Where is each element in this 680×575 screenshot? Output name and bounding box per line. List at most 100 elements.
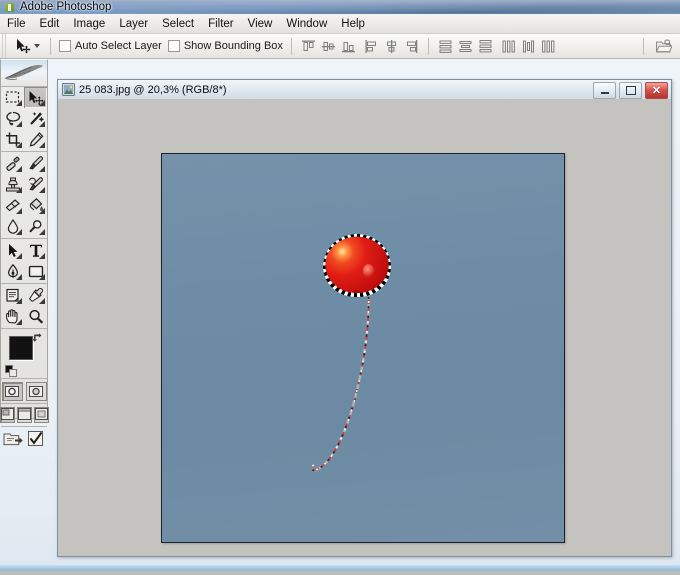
marching-ants-selection xyxy=(323,234,391,297)
healing-brush-icon xyxy=(5,156,20,171)
slice-icon xyxy=(29,132,43,147)
rectangular-marquee-icon xyxy=(5,91,19,103)
maximize-icon xyxy=(625,86,636,95)
chevron-down-icon xyxy=(34,44,40,48)
menu-item-file[interactable]: File xyxy=(0,16,33,32)
jump-to-imageready-button[interactable] xyxy=(3,430,23,450)
full-screen-mode-button[interactable] xyxy=(33,407,49,423)
tools-grid xyxy=(1,87,47,327)
distribute-horizontal-centers-icon[interactable] xyxy=(520,38,537,55)
options-bar-grip[interactable] xyxy=(0,34,9,58)
distribute-bottom-edges-icon[interactable] xyxy=(477,38,494,55)
document-title-bar[interactable]: 25 083.jpg @ 20,3% (RGB/8*) ✕ xyxy=(58,80,671,100)
default-colors-icon[interactable] xyxy=(5,365,17,377)
palette-well-icon[interactable] xyxy=(655,38,672,55)
photoshop-application: Adobe Photoshop File Edit Image Layer Se… xyxy=(0,0,680,575)
tool-eyedropper[interactable] xyxy=(24,285,47,306)
clone-stamp-icon xyxy=(5,177,20,192)
menu-item-layer[interactable]: Layer xyxy=(112,16,155,32)
auto-select-layer-checkbox[interactable]: Auto Select Layer xyxy=(56,40,165,52)
red-balloon xyxy=(323,234,391,300)
full-screen-with-menubar-button[interactable] xyxy=(16,407,32,423)
image-canvas[interactable] xyxy=(161,153,565,543)
path-arrow-icon xyxy=(8,244,17,257)
distribute-left-edges-icon[interactable] xyxy=(500,38,517,55)
tool-eraser[interactable] xyxy=(1,195,24,216)
options-separator-2 xyxy=(290,37,292,55)
menu-item-edit[interactable]: Edit xyxy=(33,16,67,32)
standard-screen-mode-button[interactable] xyxy=(0,407,15,423)
quick-mask-modes xyxy=(1,378,47,403)
menu-item-filter[interactable]: Filter xyxy=(201,16,241,32)
tools-separator-3 xyxy=(1,283,47,284)
tool-paint-bucket[interactable] xyxy=(24,195,47,216)
show-bounding-box-checkbox[interactable]: Show Bounding Box xyxy=(165,40,286,52)
document-canvas-area[interactable] xyxy=(58,99,671,556)
menu-item-select[interactable]: Select xyxy=(155,16,201,32)
distribute-horizontal-group xyxy=(497,38,560,55)
tool-zoom[interactable] xyxy=(24,306,47,327)
screen-modes xyxy=(0,403,49,426)
palette-well[interactable] xyxy=(638,37,680,55)
rectangle-shape-icon xyxy=(28,265,43,278)
tool-shape[interactable] xyxy=(24,261,47,282)
photoshop-feather-icon xyxy=(4,2,16,13)
balloon-string xyxy=(312,282,370,472)
tool-preset-picker[interactable] xyxy=(9,38,45,55)
application-title: Adobe Photoshop xyxy=(20,1,112,13)
tool-hand[interactable] xyxy=(1,306,24,327)
distribute-vertical-group xyxy=(434,38,497,55)
distribute-vertical-centers-icon[interactable] xyxy=(457,38,474,55)
tool-crop[interactable] xyxy=(1,129,24,150)
tool-path-selection[interactable] xyxy=(1,240,24,261)
document-thumbnail-icon xyxy=(62,83,75,96)
menu-item-view[interactable]: View xyxy=(241,16,280,32)
standard-mode-button[interactable] xyxy=(1,381,23,401)
align-horizontal-centers-icon[interactable] xyxy=(383,38,400,55)
show-bounding-box-label: Show Bounding Box xyxy=(183,40,283,52)
tool-magic-wand[interactable] xyxy=(24,108,47,129)
photoshop-feather-icon xyxy=(4,65,43,80)
distribute-right-edges-icon[interactable] xyxy=(540,38,557,55)
tool-type[interactable] xyxy=(24,240,47,261)
tool-lasso[interactable] xyxy=(1,108,24,129)
tool-brush[interactable] xyxy=(24,153,47,174)
color-swatches xyxy=(1,330,47,378)
history-brush-icon xyxy=(28,177,43,191)
close-button[interactable]: ✕ xyxy=(645,82,668,99)
tool-healing-brush[interactable] xyxy=(1,153,24,174)
foreground-color-swatch[interactable] xyxy=(9,336,33,360)
tool-move[interactable] xyxy=(24,87,47,108)
tool-pen[interactable] xyxy=(1,261,24,282)
tool-clone-stamp[interactable] xyxy=(1,174,24,195)
pen-nib-icon xyxy=(7,264,18,278)
menu-item-window[interactable]: Window xyxy=(279,16,334,32)
menu-item-image[interactable]: Image xyxy=(66,16,112,32)
maximize-button[interactable] xyxy=(619,82,642,99)
menu-item-help[interactable]: Help xyxy=(334,16,372,32)
align-bottom-edges-icon[interactable] xyxy=(340,38,357,55)
close-icon: ✕ xyxy=(651,84,662,97)
quick-mask-mode-button[interactable] xyxy=(25,381,47,401)
distribute-top-edges-icon[interactable] xyxy=(437,38,454,55)
auto-select-layer-box[interactable] xyxy=(59,40,71,52)
tool-dodge[interactable] xyxy=(24,216,47,237)
show-bounding-box-box[interactable] xyxy=(167,40,180,52)
tool-slice[interactable] xyxy=(24,129,47,150)
align-vertical-group xyxy=(297,38,360,55)
tool-rectangular-marquee[interactable] xyxy=(1,87,24,108)
align-vertical-centers-icon[interactable] xyxy=(320,38,337,55)
imageready-check-button[interactable] xyxy=(27,430,45,450)
minimize-button[interactable] xyxy=(593,82,616,99)
align-left-edges-icon[interactable] xyxy=(363,38,380,55)
align-top-edges-icon[interactable] xyxy=(300,38,317,55)
swap-colors-icon[interactable] xyxy=(32,332,43,343)
jump-to-buttons xyxy=(1,426,47,453)
document-window-buttons: ✕ xyxy=(593,82,668,99)
align-right-edges-icon[interactable] xyxy=(403,38,420,55)
tool-history-brush[interactable] xyxy=(24,174,47,195)
tool-notes[interactable] xyxy=(1,285,24,306)
tools-palette-header[interactable] xyxy=(1,60,47,87)
dodge-burn-icon xyxy=(28,220,41,233)
tool-blur[interactable] xyxy=(1,216,24,237)
